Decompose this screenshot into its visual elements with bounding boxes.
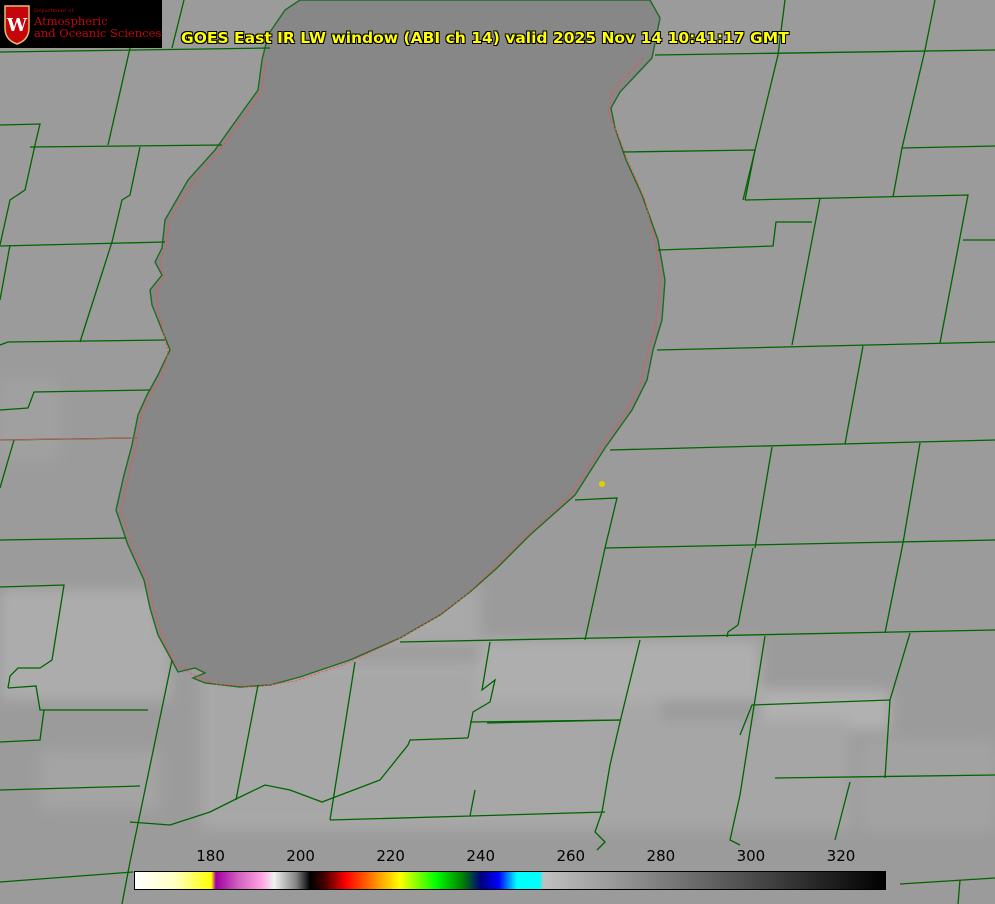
city-marker [599, 481, 605, 487]
uw-crest-icon: W [4, 5, 30, 45]
map-canvas [0, 0, 995, 904]
colorbar-tick-label: 320 [826, 847, 856, 865]
colorbar-tick-label: 300 [736, 847, 766, 865]
colorbar-tick-label: 260 [556, 847, 586, 865]
logo-line-2: and Oceanic Sciences [34, 25, 162, 40]
logo-text: Department of Atmospheric and Oceanic Sc… [34, 9, 162, 40]
satellite-map: W Department of Atmospheric and Oceanic … [0, 0, 995, 904]
colorbar-tick-label: 280 [646, 847, 676, 865]
colorbar-tick-label: 200 [286, 847, 315, 865]
logo-line-1: Atmospheric [34, 13, 108, 28]
uw-aos-logo: W Department of Atmospheric and Oceanic … [0, 0, 162, 48]
colorbar-tick-label: 240 [466, 847, 496, 865]
image-title: GOES East IR LW window (ABI ch 14) valid… [181, 29, 789, 47]
temperature-colorbar [134, 871, 886, 890]
crest-letter: W [6, 15, 28, 36]
colorbar-tick-label: 180 [196, 847, 225, 865]
colorbar-tick-label: 220 [376, 847, 405, 865]
